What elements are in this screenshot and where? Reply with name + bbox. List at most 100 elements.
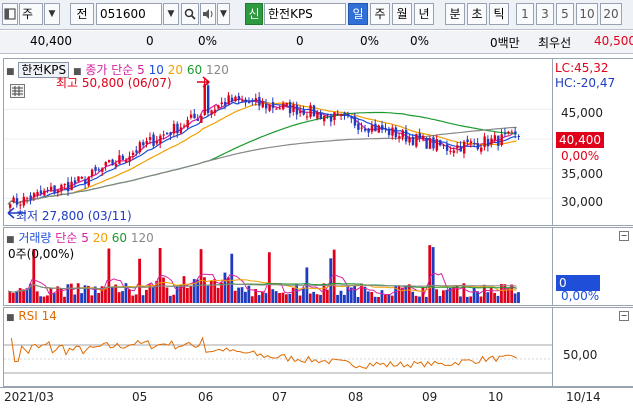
volume-value: 0 xyxy=(296,34,304,48)
volume-legend: ■ 거래량 단순 5 20 60 120 xyxy=(6,231,154,245)
sound-dropdown-button[interactable]: ▼ xyxy=(217,3,230,25)
stock-name-field[interactable]: 한전KPS xyxy=(264,3,346,25)
candle xyxy=(148,137,152,140)
candle xyxy=(476,143,480,150)
candle xyxy=(387,129,391,136)
candle xyxy=(517,135,520,137)
interval-10-button[interactable]: 10 xyxy=(576,3,598,25)
candle xyxy=(128,156,131,162)
price-tick-30000: 30,000 xyxy=(561,195,603,209)
candle xyxy=(401,130,404,138)
price-chart-panel[interactable]: ■ 한전KPS ■ 종가 단순 5 10 20 60 120 최고 50,800… xyxy=(3,58,553,226)
ma-line-20 xyxy=(7,101,517,205)
volume-bar xyxy=(11,292,15,303)
candle xyxy=(53,185,56,194)
volume-bar xyxy=(366,291,370,303)
candle xyxy=(449,150,452,152)
period-month-button[interactable]: 월 xyxy=(392,3,412,25)
current-volume-percent: 0,00% xyxy=(561,289,600,303)
candle xyxy=(166,133,169,135)
volume-bar xyxy=(343,294,346,303)
grid-table-icon[interactable] xyxy=(10,84,25,98)
period-year-button[interactable]: 년 xyxy=(414,3,434,25)
volume-bar xyxy=(332,249,336,303)
axis-label-06: 06 xyxy=(198,390,214,404)
candle xyxy=(189,114,193,118)
volume-bar xyxy=(134,294,138,303)
market-select[interactable]: 주 xyxy=(19,3,43,25)
volume-bar xyxy=(162,277,165,303)
magnifier-icon[interactable] xyxy=(181,3,199,25)
axis-label-05: 05 xyxy=(132,390,148,404)
volume-bar xyxy=(322,283,326,303)
market-dropdown-button[interactable]: ▼ xyxy=(44,3,60,25)
candle xyxy=(210,110,213,115)
volume-bar xyxy=(63,296,66,303)
candle xyxy=(377,125,381,133)
period-day-button[interactable]: 일 xyxy=(348,3,368,25)
period-week-button[interactable]: 주 xyxy=(370,3,390,25)
interval-5-button[interactable]: 5 xyxy=(556,3,574,25)
candle xyxy=(503,133,507,135)
minimize-icon[interactable]: − xyxy=(619,311,629,321)
volume-bar xyxy=(377,296,380,303)
candle xyxy=(138,142,142,153)
candle xyxy=(333,112,336,120)
interval-3-button[interactable]: 3 xyxy=(536,3,554,25)
speaker-icon[interactable] xyxy=(200,3,216,25)
stock-code-input[interactable]: 051600 xyxy=(96,3,162,25)
volume-bar xyxy=(387,294,391,303)
candle xyxy=(15,198,19,205)
candle xyxy=(206,85,210,113)
volume-bar xyxy=(459,296,462,303)
volume-bar xyxy=(274,291,278,303)
period-tick-button[interactable]: 틱 xyxy=(489,3,509,25)
volume-bar xyxy=(278,293,281,303)
period-minute-button[interactable]: 분 xyxy=(445,3,465,25)
legend-rsi: RSI 14 xyxy=(18,309,57,323)
candle xyxy=(196,119,200,121)
volume-bar xyxy=(233,290,237,303)
code-dropdown-button[interactable]: ▼ xyxy=(163,3,179,25)
current-price-marker: 40,400 xyxy=(556,132,604,148)
volume-bar xyxy=(15,291,19,303)
period-second-button[interactable]: 초 xyxy=(467,3,487,25)
candle xyxy=(456,145,459,149)
candle xyxy=(162,134,165,136)
candle xyxy=(107,160,111,163)
candle xyxy=(319,113,323,119)
candle xyxy=(367,128,370,133)
candle xyxy=(183,125,186,127)
interval-1-button[interactable]: 1 xyxy=(516,3,534,25)
volume-bar xyxy=(223,272,227,303)
interval-20-button[interactable]: 20 xyxy=(600,3,622,25)
candle xyxy=(302,110,305,115)
candle xyxy=(435,139,439,151)
candle xyxy=(265,104,268,109)
window-icon[interactable] xyxy=(2,3,18,25)
volume-bar xyxy=(117,292,121,303)
rsi-chart-panel[interactable]: ■ RSI 14 xyxy=(3,307,553,387)
new-stock-badge[interactable]: 신 xyxy=(245,3,263,25)
candle xyxy=(483,136,486,147)
candle xyxy=(343,112,346,116)
volume-bar xyxy=(216,287,220,303)
prev-button[interactable]: 전 xyxy=(70,3,94,25)
volume-bar xyxy=(380,290,384,303)
minimize-icon[interactable]: − xyxy=(619,231,629,241)
trade-amount: 0백만 xyxy=(490,36,520,50)
candle xyxy=(19,204,22,206)
volume-bar xyxy=(42,296,46,303)
candle xyxy=(12,197,15,203)
candle xyxy=(340,114,343,116)
candle xyxy=(87,176,90,186)
candle xyxy=(39,190,43,194)
candle xyxy=(186,119,189,128)
candle xyxy=(452,150,456,153)
candle xyxy=(90,169,94,177)
candle xyxy=(152,134,155,146)
volume-chart-panel[interactable]: ■ 거래량 단순 5 20 60 120 0주(0,00%) xyxy=(3,227,553,306)
axis-end-date: 10/14 xyxy=(566,390,601,404)
rsi-line xyxy=(10,336,517,369)
candle xyxy=(26,198,29,200)
